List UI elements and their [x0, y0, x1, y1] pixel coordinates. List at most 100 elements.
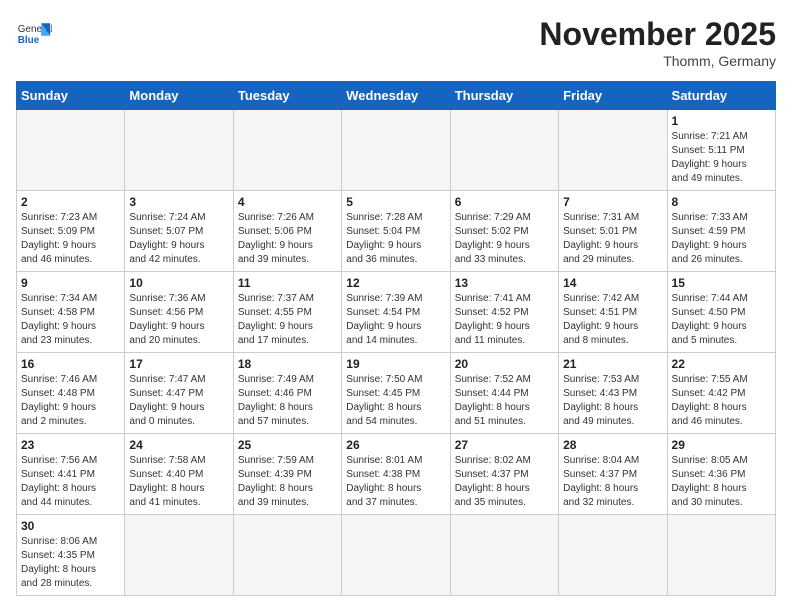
calendar-cell: 13 Sunrise: 7:41 AM Sunset: 4:52 PM Dayli…	[450, 272, 558, 353]
day-number: 13	[455, 276, 554, 290]
day-number: 14	[563, 276, 662, 290]
day-info: Sunrise: 7:37 AM Sunset: 4:55 PM Dayligh…	[238, 292, 337, 348]
day-number: 29	[672, 438, 771, 452]
day-info: Sunrise: 8:01 AM Sunset: 4:38 PM Dayligh…	[346, 454, 445, 510]
calendar-cell: 22 Sunrise: 7:55 AM Sunset: 4:42 PM Dayli…	[667, 353, 775, 434]
weekday-header-monday: Monday	[125, 82, 233, 110]
day-info: Sunrise: 7:36 AM Sunset: 4:56 PM Dayligh…	[129, 292, 228, 348]
logo-icon: General Blue	[16, 16, 52, 52]
day-info: Sunrise: 7:59 AM Sunset: 4:39 PM Dayligh…	[238, 454, 337, 510]
calendar-cell: 25Sunrise: 7:59 AM Sunset: 4:39 PM Dayli…	[233, 434, 341, 515]
calendar-cell: 12Sunrise: 7:39 AM Sunset: 4:54 PM Dayli…	[342, 272, 450, 353]
calendar-cell: 3 Sunrise: 7:24 AM Sunset: 5:07 PM Daylig…	[125, 191, 233, 272]
week-row-3: 16 Sunrise: 7:46 AM Sunset: 4:48 PM Dayli…	[17, 353, 776, 434]
month-title: November 2025	[539, 16, 776, 53]
day-number: 27	[455, 438, 554, 452]
calendar-cell: 24 Sunrise: 7:58 AM Sunset: 4:40 PM Dayli…	[125, 434, 233, 515]
day-number: 7	[563, 195, 662, 209]
weekday-header-row: SundayMondayTuesdayWednesdayThursdayFrid…	[17, 82, 776, 110]
day-info: Sunrise: 7:47 AM Sunset: 4:47 PM Dayligh…	[129, 373, 228, 429]
calendar-cell	[233, 515, 341, 596]
calendar: SundayMondayTuesdayWednesdayThursdayFrid…	[16, 81, 776, 596]
day-number: 8	[672, 195, 771, 209]
calendar-cell	[233, 110, 341, 191]
day-number: 5	[346, 195, 445, 209]
day-info: Sunrise: 7:21 AM Sunset: 5:11 PM Dayligh…	[672, 130, 771, 186]
day-info: Sunrise: 7:46 AM Sunset: 4:48 PM Dayligh…	[21, 373, 120, 429]
day-info: Sunrise: 8:06 AM Sunset: 4:35 PM Dayligh…	[21, 535, 120, 591]
calendar-cell: 5 Sunrise: 7:28 AM Sunset: 5:04 PM Daylig…	[342, 191, 450, 272]
day-info: Sunrise: 7:34 AM Sunset: 4:58 PM Dayligh…	[21, 292, 120, 348]
calendar-cell: 21 Sunrise: 7:53 AM Sunset: 4:43 PM Dayli…	[559, 353, 667, 434]
calendar-cell: 19 Sunrise: 7:50 AM Sunset: 4:45 PM Dayli…	[342, 353, 450, 434]
calendar-cell: 7Sunrise: 7:31 AM Sunset: 5:01 PM Daylig…	[559, 191, 667, 272]
week-row-1: 2 Sunrise: 7:23 AM Sunset: 5:09 PM Daylig…	[17, 191, 776, 272]
weekday-header-tuesday: Tuesday	[233, 82, 341, 110]
day-number: 10	[129, 276, 228, 290]
day-number: 20	[455, 357, 554, 371]
calendar-cell	[342, 110, 450, 191]
calendar-cell	[667, 515, 775, 596]
calendar-cell	[125, 515, 233, 596]
day-number: 16	[21, 357, 120, 371]
calendar-cell: 18Sunrise: 7:49 AM Sunset: 4:46 PM Dayli…	[233, 353, 341, 434]
calendar-cell: 28Sunrise: 8:04 AM Sunset: 4:37 PM Dayli…	[559, 434, 667, 515]
calendar-cell	[559, 515, 667, 596]
day-info: Sunrise: 7:53 AM Sunset: 4:43 PM Dayligh…	[563, 373, 662, 429]
day-info: Sunrise: 7:52 AM Sunset: 4:44 PM Dayligh…	[455, 373, 554, 429]
calendar-cell	[125, 110, 233, 191]
day-info: Sunrise: 7:55 AM Sunset: 4:42 PM Dayligh…	[672, 373, 771, 429]
calendar-cell	[559, 110, 667, 191]
calendar-cell	[17, 110, 125, 191]
calendar-cell: 27Sunrise: 8:02 AM Sunset: 4:37 PM Dayli…	[450, 434, 558, 515]
day-number: 3	[129, 195, 228, 209]
day-info: Sunrise: 7:28 AM Sunset: 5:04 PM Dayligh…	[346, 211, 445, 267]
day-number: 6	[455, 195, 554, 209]
subtitle: Thomm, Germany	[539, 53, 776, 69]
calendar-cell: 16 Sunrise: 7:46 AM Sunset: 4:48 PM Dayli…	[17, 353, 125, 434]
day-info: Sunrise: 7:58 AM Sunset: 4:40 PM Dayligh…	[129, 454, 228, 510]
day-info: Sunrise: 7:26 AM Sunset: 5:06 PM Dayligh…	[238, 211, 337, 267]
calendar-cell: 10 Sunrise: 7:36 AM Sunset: 4:56 PM Dayli…	[125, 272, 233, 353]
calendar-cell: 4 Sunrise: 7:26 AM Sunset: 5:06 PM Daylig…	[233, 191, 341, 272]
weekday-header-saturday: Saturday	[667, 82, 775, 110]
day-info: Sunrise: 7:50 AM Sunset: 4:45 PM Dayligh…	[346, 373, 445, 429]
day-info: Sunrise: 7:56 AM Sunset: 4:41 PM Dayligh…	[21, 454, 120, 510]
calendar-cell: 20 Sunrise: 7:52 AM Sunset: 4:44 PM Dayli…	[450, 353, 558, 434]
logo: General Blue	[16, 16, 52, 52]
day-info: Sunrise: 7:33 AM Sunset: 4:59 PM Dayligh…	[672, 211, 771, 267]
day-number: 24	[129, 438, 228, 452]
day-number: 19	[346, 357, 445, 371]
day-number: 12	[346, 276, 445, 290]
day-info: Sunrise: 7:23 AM Sunset: 5:09 PM Dayligh…	[21, 211, 120, 267]
day-number: 26	[346, 438, 445, 452]
day-number: 21	[563, 357, 662, 371]
calendar-cell: 30Sunrise: 8:06 AM Sunset: 4:35 PM Dayli…	[17, 515, 125, 596]
day-info: Sunrise: 7:44 AM Sunset: 4:50 PM Dayligh…	[672, 292, 771, 348]
calendar-cell: 17Sunrise: 7:47 AM Sunset: 4:47 PM Dayli…	[125, 353, 233, 434]
day-info: Sunrise: 8:05 AM Sunset: 4:36 PM Dayligh…	[672, 454, 771, 510]
day-info: Sunrise: 7:29 AM Sunset: 5:02 PM Dayligh…	[455, 211, 554, 267]
calendar-cell: 15Sunrise: 7:44 AM Sunset: 4:50 PM Dayli…	[667, 272, 775, 353]
day-number: 4	[238, 195, 337, 209]
calendar-cell: 26 Sunrise: 8:01 AM Sunset: 4:38 PM Dayli…	[342, 434, 450, 515]
day-number: 1	[672, 114, 771, 128]
day-number: 18	[238, 357, 337, 371]
calendar-cell: 6 Sunrise: 7:29 AM Sunset: 5:02 PM Daylig…	[450, 191, 558, 272]
calendar-cell: 2 Sunrise: 7:23 AM Sunset: 5:09 PM Daylig…	[17, 191, 125, 272]
day-info: Sunrise: 7:41 AM Sunset: 4:52 PM Dayligh…	[455, 292, 554, 348]
day-number: 23	[21, 438, 120, 452]
svg-text:Blue: Blue	[18, 35, 40, 46]
weekday-header-sunday: Sunday	[17, 82, 125, 110]
weekday-header-friday: Friday	[559, 82, 667, 110]
day-info: Sunrise: 7:24 AM Sunset: 5:07 PM Dayligh…	[129, 211, 228, 267]
day-number: 22	[672, 357, 771, 371]
calendar-cell: 1 Sunrise: 7:21 AM Sunset: 5:11 PM Daylig…	[667, 110, 775, 191]
calendar-cell: 29 Sunrise: 8:05 AM Sunset: 4:36 PM Dayli…	[667, 434, 775, 515]
calendar-cell: 9Sunrise: 7:34 AM Sunset: 4:58 PM Daylig…	[17, 272, 125, 353]
day-number: 2	[21, 195, 120, 209]
calendar-cell	[450, 110, 558, 191]
calendar-cell	[450, 515, 558, 596]
calendar-cell	[342, 515, 450, 596]
day-info: Sunrise: 8:04 AM Sunset: 4:37 PM Dayligh…	[563, 454, 662, 510]
